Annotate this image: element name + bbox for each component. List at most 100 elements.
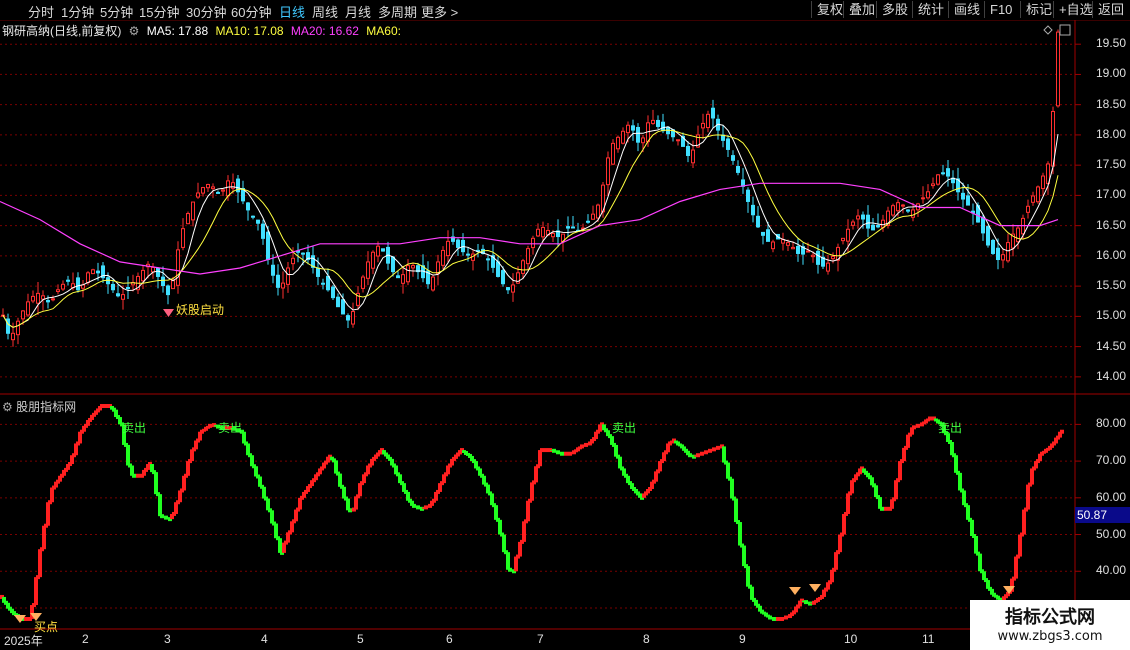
date-label: 9: [739, 632, 746, 646]
price-axis-label: 19.00: [1095, 66, 1126, 81]
candle-body: [446, 240, 450, 257]
candle-body: [791, 246, 795, 250]
candle-body: [701, 122, 705, 129]
timeframe-tab[interactable]: 更多 >: [421, 2, 458, 21]
candle-body: [526, 248, 530, 265]
toolbar-button[interactable]: F10: [984, 1, 1017, 18]
timeframe-tab[interactable]: 多周期: [378, 2, 417, 21]
candle-body: [251, 215, 255, 218]
toolbar-button[interactable]: 返回: [1092, 1, 1129, 18]
candle-body: [246, 202, 250, 211]
timeframe-tab[interactable]: 周线: [312, 2, 338, 21]
candle-body: [711, 107, 715, 119]
price-axis-label: 14.00: [1095, 368, 1126, 383]
toolbar-button[interactable]: +自选: [1053, 1, 1098, 18]
candle-body: [51, 298, 55, 301]
candle-body: [771, 241, 775, 250]
candle-body: [571, 226, 575, 229]
candle-body: [256, 219, 260, 224]
candle-body: [846, 228, 850, 242]
candle-body: [366, 261, 370, 279]
signal-start-label: 妖股启动: [176, 303, 225, 317]
candle-body: [211, 186, 215, 190]
candle-body: [1026, 205, 1030, 213]
candle-body: [626, 124, 630, 134]
candle-body: [981, 217, 985, 234]
candle-body: [856, 215, 860, 220]
date-label: 4: [261, 632, 268, 646]
price-chart[interactable]: [0, 20, 1130, 395]
toolbar-button[interactable]: 叠加: [843, 1, 880, 18]
candle-body: [291, 257, 295, 265]
candle-body: [796, 245, 800, 254]
candle-body: [196, 192, 200, 198]
candle-body: [261, 223, 265, 239]
candle-body: [271, 264, 275, 276]
candle-body: [56, 289, 60, 292]
signal-sell-label: 卖出: [612, 421, 637, 435]
timeframe-tab[interactable]: 15分钟: [139, 2, 179, 21]
price-axis-label: 17.50: [1095, 157, 1126, 172]
candle-body: [1006, 242, 1010, 262]
timeframe-tab[interactable]: 月线: [345, 2, 371, 21]
candle-body: [96, 270, 100, 274]
price-axis-label: 16.00: [1095, 247, 1126, 262]
date-label: 11: [922, 632, 935, 646]
price-axis-label: 19.50: [1095, 36, 1126, 51]
indicator-title[interactable]: ⚙ 股朋指标网: [2, 398, 76, 415]
candle-body: [826, 262, 830, 272]
candle-body: [351, 311, 355, 325]
candle-body: [41, 295, 45, 300]
indicator-axis-label: 40.00: [1095, 563, 1126, 578]
timeframe-tab[interactable]: 60分钟: [231, 2, 271, 21]
toolbar-button[interactable]: 标记: [1020, 1, 1057, 18]
candle-body: [486, 258, 490, 261]
candle-body: [636, 126, 640, 143]
toolbar-button[interactable]: 统计: [912, 1, 949, 18]
candle-body: [206, 184, 210, 189]
candle-body: [921, 197, 925, 200]
candle-body: [286, 267, 290, 285]
candle-body: [531, 237, 535, 249]
candle-body: [341, 299, 345, 315]
candle-body: [66, 279, 70, 282]
candle-body: [1001, 254, 1005, 261]
price-axis-label: 15.00: [1095, 308, 1126, 323]
candle-body: [16, 320, 20, 336]
candle-body: [906, 209, 910, 212]
candle-body: [361, 276, 365, 289]
candle-body: [751, 204, 755, 216]
indicator-current-value: 50.87: [1075, 507, 1130, 523]
timeframe-tab[interactable]: 1分钟: [61, 2, 94, 21]
candle-body: [401, 274, 405, 284]
candle-body: [651, 119, 655, 124]
candle-body: [186, 213, 190, 225]
buy-diamond-icon: [809, 584, 821, 592]
candle-body: [431, 276, 435, 291]
candle-body: [1056, 31, 1060, 107]
candle-body: [986, 226, 990, 246]
candle-body: [91, 269, 95, 275]
candle-body: [616, 136, 620, 150]
candle-body: [406, 265, 410, 283]
candle-body: [501, 270, 505, 285]
settings-icon[interactable]: ⚙: [2, 400, 13, 414]
timeframe-tab[interactable]: 5分钟: [100, 2, 133, 21]
toolbar-button[interactable]: 画线: [948, 1, 985, 18]
candle-body: [321, 282, 325, 285]
toolbar: 分时 1分钟 5分钟 15分钟 30分钟 60分钟 日线 周线 月线 多周期 更多 > 复权 叠加 多股…: [0, 0, 1130, 21]
candle-body: [816, 250, 820, 265]
candle-body: [276, 274, 280, 288]
candle-body: [216, 191, 220, 194]
timeframe-tab[interactable]: 30分钟: [186, 2, 226, 21]
candle-body: [521, 260, 525, 274]
signal-sell-label: 卖出: [938, 421, 963, 435]
toolbar-button[interactable]: 多股: [876, 1, 913, 18]
candle-body: [596, 204, 600, 219]
candle-body: [606, 157, 610, 186]
timeframe-tab[interactable]: 日线: [279, 2, 305, 21]
candle-body: [381, 248, 385, 252]
candle-body: [691, 149, 695, 164]
timeframe-tab[interactable]: 分时: [28, 2, 54, 21]
candle-body: [991, 239, 995, 254]
